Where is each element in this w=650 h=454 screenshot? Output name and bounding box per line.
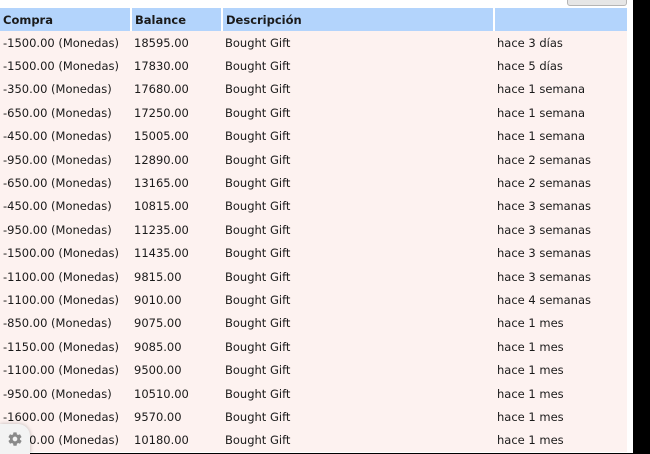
description-cell: Bought Gift <box>222 335 494 359</box>
purchase-cell: -950.00 (Monedas) <box>0 218 131 242</box>
description-cell: Bought Gift <box>222 54 494 78</box>
time-cell: hace 3 semanas <box>494 264 627 289</box>
purchase-cell: -1500.00 (Monedas) <box>0 31 131 55</box>
balance-cell: 9075.00 <box>131 311 222 336</box>
description-cell: Bought Gift <box>222 147 494 172</box>
purchase-cell: -950.00 (Monedas) <box>0 147 131 172</box>
table-row: -1100.00 (Monedas) 9500.00 Bought Gift hace… <box>0 358 627 382</box>
time-cell: hace 5 días <box>494 54 627 78</box>
purchase-cell: -1500.00 (Monedas) <box>0 54 131 78</box>
top-button[interactable] <box>567 0 627 6</box>
purchase-cell: -1100.00 (Monedas) <box>0 358 131 382</box>
table-row: -1500.00 (Monedas) 18595.00 Bought Gift hac… <box>0 31 627 55</box>
table-row: -1500.00 (Monedas) 11435.00 Bought Gift hac… <box>0 241 627 265</box>
table-row: -650.00 (Monedas) 13165.00 Bought Gift hace… <box>0 171 627 195</box>
purchase-cell: -650.00 (Monedas) <box>0 101 131 125</box>
time-cell: hace 1 mes <box>494 335 627 359</box>
purchase-cell: -450.00 (Monedas) <box>0 124 131 148</box>
table-body: -1500.00 (Monedas) 18595.00 Bought Gift hac… <box>0 31 627 453</box>
description-cell: Bought Gift <box>222 194 494 219</box>
balance-cell: 9500.00 <box>131 358 222 382</box>
time-cell: hace 1 semana <box>494 101 627 125</box>
balance-cell: 18595.00 <box>131 31 222 55</box>
description-cell: Bought Gift <box>222 311 494 336</box>
description-cell: Bought Gift <box>222 264 494 289</box>
purchase-cell: -1100.00 (Monedas) <box>0 264 131 289</box>
description-cell: Bought Gift <box>222 241 494 265</box>
purchase-cell: -450.00 (Monedas) <box>0 194 131 219</box>
description-cell: Bought Gift <box>222 381 494 406</box>
description-cell: Bought Gift <box>222 77 494 102</box>
description-cell: Bought Gift <box>222 31 494 55</box>
time-cell: hace 2 semanas <box>494 147 627 172</box>
table-row: -1100.00 (Monedas) 10180.00 Bought Gift hac… <box>0 428 627 453</box>
settings-button[interactable] <box>0 424 30 454</box>
purchase-cell: -950.00 (Monedas) <box>0 381 131 406</box>
table-row: -950.00 (Monedas) 12890.00 Bought Gift hace… <box>0 147 627 172</box>
description-cell: Bought Gift <box>222 218 494 242</box>
balance-cell: 10510.00 <box>131 381 222 406</box>
description-cell: Bought Gift <box>222 124 494 148</box>
balance-cell: 11235.00 <box>131 218 222 242</box>
purchase-cell: -650.00 (Monedas) <box>0 171 131 195</box>
balance-cell: 13165.00 <box>131 171 222 195</box>
purchase-cell: -850.00 (Monedas) <box>0 311 131 336</box>
balance-cell: 12890.00 <box>131 147 222 172</box>
purchase-cell: -1100.00 (Monedas) <box>0 288 131 312</box>
table-header-row: Compra Balance Descripción <box>0 8 627 31</box>
time-cell: hace 3 semanas <box>494 241 627 265</box>
table-row: -1100.00 (Monedas) 9010.00 Bought Gift hace… <box>0 288 627 312</box>
table-row: -450.00 (Monedas) 15005.00 Bought Gift hace… <box>0 124 627 148</box>
purchase-cell: -1150.00 (Monedas) <box>0 335 131 359</box>
table-row: -350.00 (Monedas) 17680.00 Bought Gift hace… <box>0 77 627 102</box>
balance-cell: 10815.00 <box>131 194 222 219</box>
table-row: -450.00 (Monedas) 10815.00 Bought Gift hace… <box>0 194 627 219</box>
table-row: -650.00 (Monedas) 17250.00 Bought Gift hace… <box>0 101 627 125</box>
time-cell: hace 1 mes <box>494 405 627 429</box>
table-row: -850.00 (Monedas) 9075.00 Bought Gift hace … <box>0 311 627 336</box>
table-row: -1500.00 (Monedas) 17830.00 Bought Gift hac… <box>0 54 627 78</box>
time-cell: hace 1 mes <box>494 381 627 406</box>
balance-cell: 11435.00 <box>131 241 222 265</box>
balance-cell: 17250.00 <box>131 101 222 125</box>
column-header-description[interactable]: Descripción <box>222 8 495 31</box>
balance-cell: 9085.00 <box>131 335 222 359</box>
description-cell: Bought Gift <box>222 171 494 195</box>
column-header-purchase[interactable]: Compra <box>0 8 132 31</box>
purchases-table: Compra Balance Descripción -1500.00 (Mon… <box>0 8 627 453</box>
description-cell: Bought Gift <box>222 405 494 429</box>
time-cell: hace 1 semana <box>494 124 627 148</box>
time-cell: hace 1 semana <box>494 77 627 102</box>
time-cell: hace 2 semanas <box>494 171 627 195</box>
column-header-balance[interactable]: Balance <box>131 8 223 31</box>
balance-cell: 9570.00 <box>131 405 222 429</box>
table-row: -1100.00 (Monedas) 9815.00 Bought Gift hace… <box>0 264 627 289</box>
time-cell: hace 3 semanas <box>494 218 627 242</box>
balance-cell: 17830.00 <box>131 54 222 78</box>
time-cell: hace 1 mes <box>494 311 627 336</box>
page-content: Compra Balance Descripción -1500.00 (Mon… <box>0 0 633 453</box>
gear-icon <box>7 431 23 447</box>
balance-cell: 10180.00 <box>131 428 222 453</box>
time-cell: hace 1 mes <box>494 358 627 382</box>
table-row: -950.00 (Monedas) 11235.00 Bought Gift hace… <box>0 218 627 242</box>
description-cell: Bought Gift <box>222 101 494 125</box>
balance-cell: 15005.00 <box>131 124 222 148</box>
description-cell: Bought Gift <box>222 358 494 382</box>
table-row: -1150.00 (Monedas) 9085.00 Bought Gift hace… <box>0 335 627 359</box>
description-cell: Bought Gift <box>222 288 494 312</box>
time-cell: hace 4 semanas <box>494 288 627 312</box>
balance-cell: 9010.00 <box>131 288 222 312</box>
column-header-time[interactable] <box>494 8 627 31</box>
table-row: -950.00 (Monedas) 10510.00 Bought Gift hace… <box>0 381 627 406</box>
description-cell: Bought Gift <box>222 428 494 453</box>
time-cell: hace 3 días <box>494 31 627 55</box>
purchase-cell: -1500.00 (Monedas) <box>0 241 131 265</box>
balance-cell: 17680.00 <box>131 77 222 102</box>
time-cell: hace 1 mes <box>494 428 627 453</box>
purchase-cell: -350.00 (Monedas) <box>0 77 131 102</box>
table-row: -1600.00 (Monedas) 9570.00 Bought Gift hace… <box>0 405 627 429</box>
time-cell: hace 3 semanas <box>494 194 627 219</box>
balance-cell: 9815.00 <box>131 264 222 289</box>
